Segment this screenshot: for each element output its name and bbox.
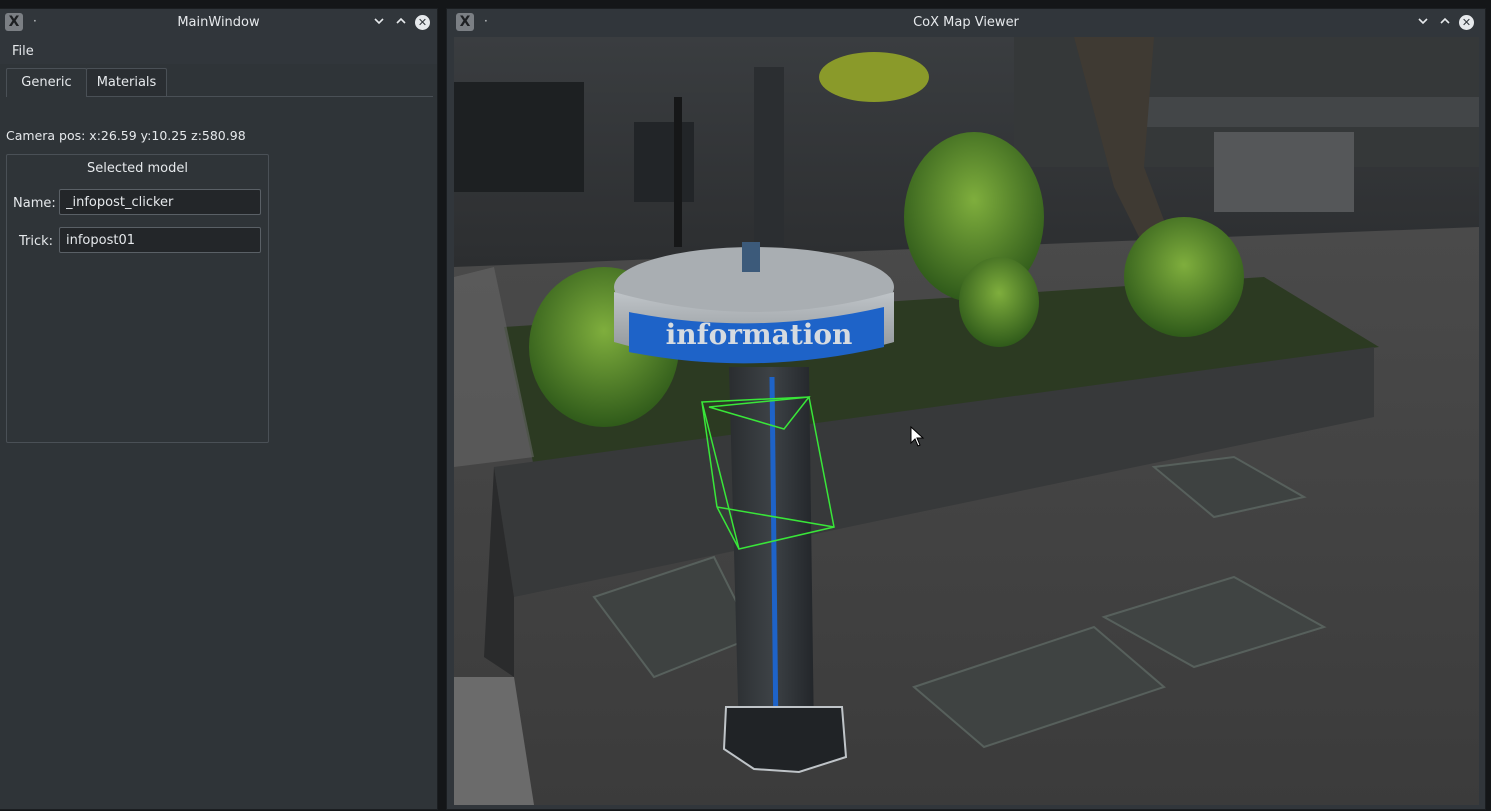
viewer-window-title: CoX Map Viewer xyxy=(913,15,1019,30)
close-icon: ✕ xyxy=(417,16,428,29)
tree xyxy=(1124,217,1244,337)
information-sign: information xyxy=(666,318,853,351)
viewer-window: X · CoX Map Viewer ✕ information xyxy=(447,9,1485,809)
name-field[interactable] xyxy=(59,189,261,215)
tab-materials[interactable]: Materials xyxy=(86,68,167,96)
tab-generic[interactable]: Generic xyxy=(6,68,87,97)
menu-file[interactable]: File xyxy=(12,44,34,59)
name-label: Name: xyxy=(13,196,56,211)
tab-bar: Generic Materials xyxy=(6,68,433,97)
main-window: X · MainWindow ✕ File Generic Materials … xyxy=(0,9,437,809)
trick-label: Trick: xyxy=(18,234,53,249)
menubar: File xyxy=(0,36,437,64)
trick-field[interactable] xyxy=(59,227,261,253)
minimize-button[interactable] xyxy=(1415,15,1431,31)
chevron-down-icon xyxy=(1418,18,1428,25)
maximize-button[interactable] xyxy=(1437,15,1453,31)
chevron-down-icon xyxy=(374,18,384,25)
camera-pos-label: Camera pos: x:26.59 y:10.25 z:580.98 xyxy=(6,128,246,143)
maximize-button[interactable] xyxy=(393,15,409,31)
viewer-window-titlebar[interactable]: X · CoX Map Viewer ✕ xyxy=(447,9,1485,36)
chevron-up-icon xyxy=(1440,17,1450,24)
3d-viewport[interactable]: information xyxy=(454,37,1479,805)
scene-render[interactable]: information xyxy=(454,37,1479,805)
selected-model-group: Selected model Name: Trick: xyxy=(6,154,269,443)
close-button[interactable]: ✕ xyxy=(1459,15,1474,30)
selected-model-title: Selected model xyxy=(87,161,188,176)
chevron-up-icon xyxy=(396,17,406,24)
minimize-button[interactable] xyxy=(371,15,387,31)
close-button[interactable]: ✕ xyxy=(415,15,430,30)
main-window-titlebar[interactable]: X · MainWindow ✕ xyxy=(0,9,437,36)
tree xyxy=(959,257,1039,347)
tree xyxy=(819,52,929,102)
close-icon: ✕ xyxy=(1461,16,1472,29)
